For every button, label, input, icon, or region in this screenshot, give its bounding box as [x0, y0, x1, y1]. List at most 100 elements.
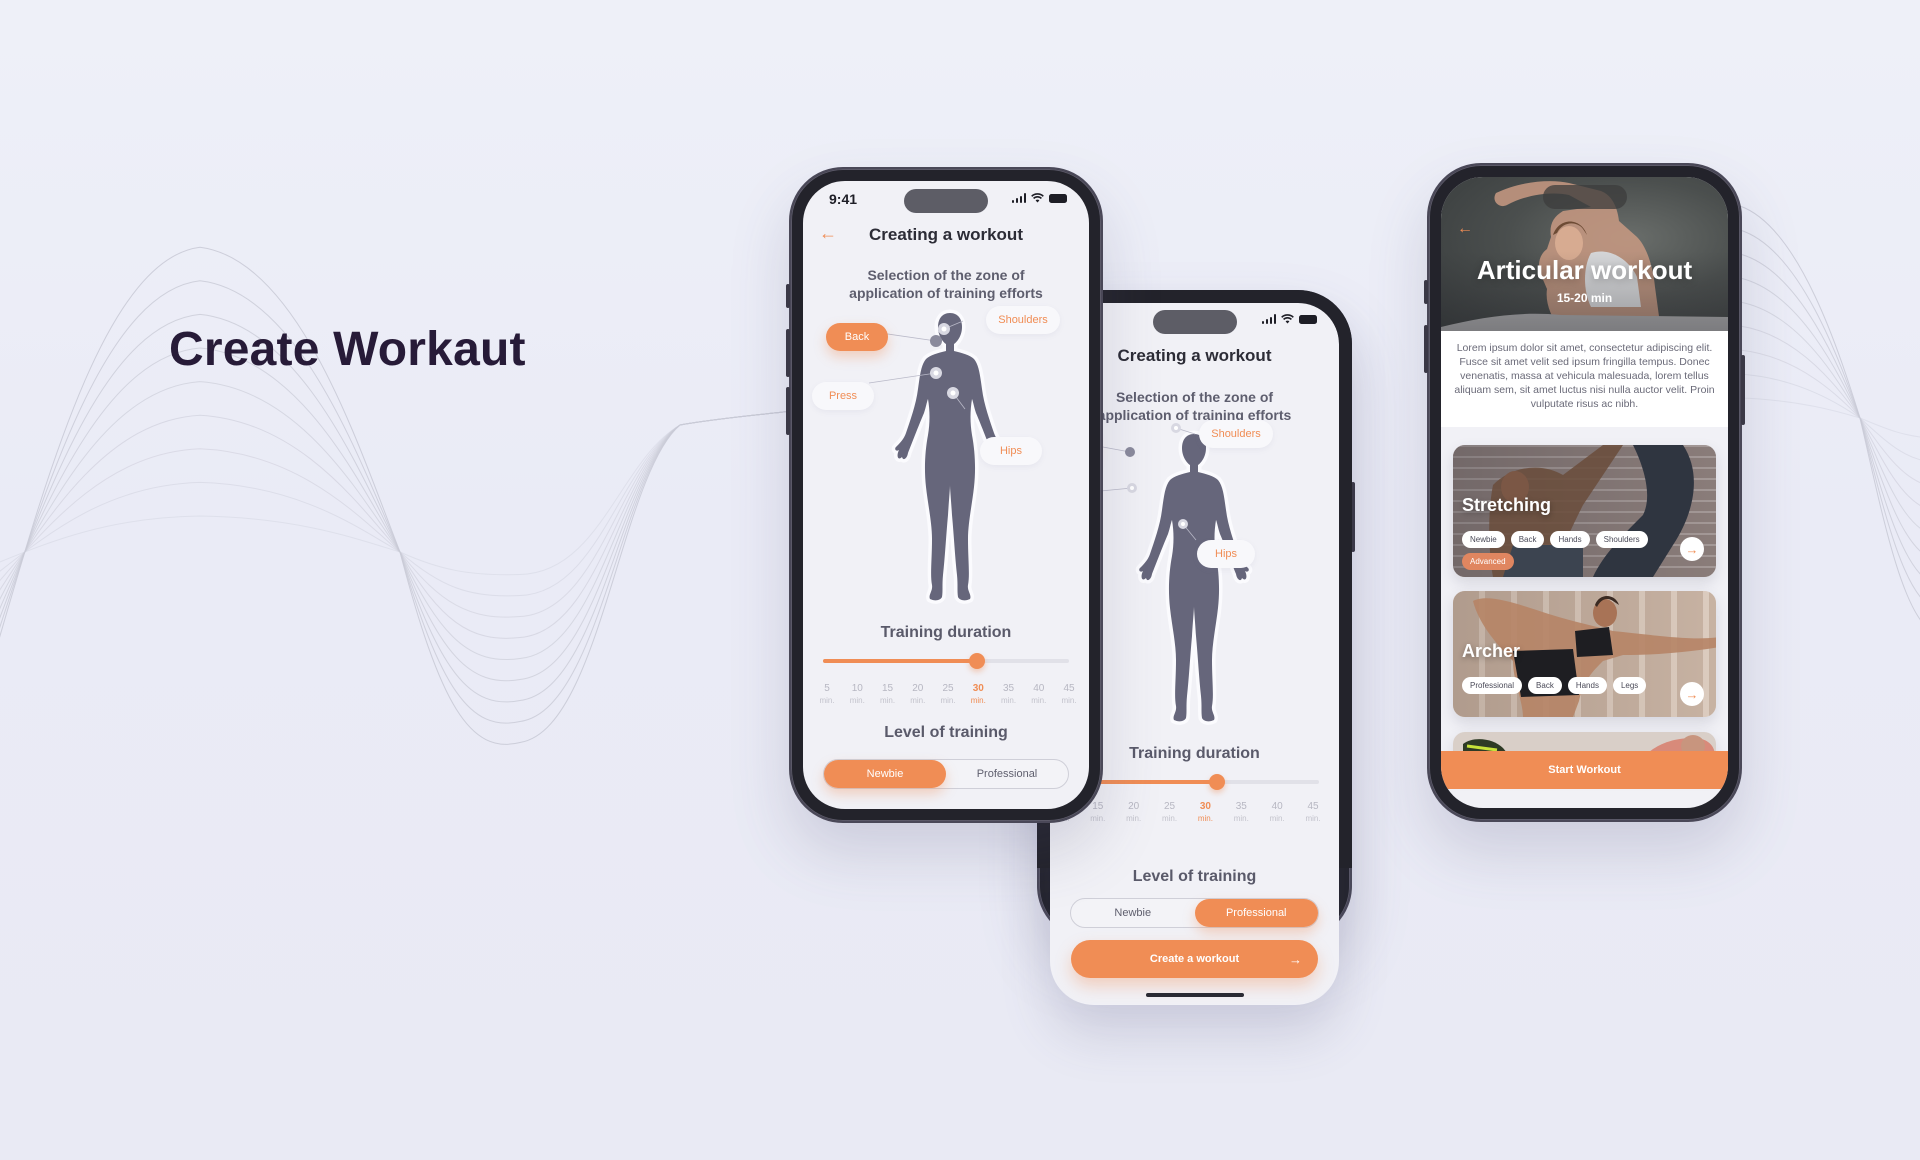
level-option-newbie[interactable]: Newbie: [1071, 899, 1195, 927]
duration-value: 10: [851, 683, 863, 694]
duration-value: 25: [942, 683, 954, 694]
arrow-right-icon: →: [1289, 951, 1302, 967]
zone-pill-hips[interactable]: Hips: [1197, 540, 1255, 568]
card-title: Stretching: [1462, 495, 1552, 515]
level-option-professional[interactable]: Professional: [1194, 899, 1318, 927]
level-of-training-title: Level of training: [1132, 868, 1257, 885]
duration-unit: min.: [879, 696, 896, 705]
wave-line: [1739, 397, 1920, 438]
start-workout-button[interactable]: Start Workout: [1441, 751, 1728, 789]
duration-value: 20: [912, 683, 924, 694]
zone-connectors: [868, 320, 966, 410]
tag: Shoulders: [1595, 531, 1648, 548]
tag: Newbie: [1462, 531, 1505, 548]
duration-option-30[interactable]: 30 min.: [966, 684, 990, 705]
zone-pill-shoulders[interactable]: Shoulders: [986, 306, 1060, 334]
zone-dot-back: [930, 335, 942, 347]
home-indicator: [1145, 993, 1244, 997]
workout-title: Articular workout: [1476, 255, 1693, 285]
duration-option-35[interactable]: 35 min.: [997, 684, 1021, 705]
duration-option-10[interactable]: 10 min.: [845, 684, 869, 705]
duration-value: 20: [1128, 801, 1140, 812]
duration-unit: min.: [940, 696, 956, 705]
create-workout-label: Create a workout: [1149, 953, 1240, 965]
wave-line: [1739, 301, 1920, 529]
duration-option-15[interactable]: 15 min.: [876, 684, 900, 705]
duration-option-15[interactable]: 15 min.: [1086, 802, 1110, 823]
wave-line: [0, 409, 801, 576]
duration-option-30[interactable]: 30 min.: [1193, 802, 1217, 823]
tag: Professional: [1462, 677, 1523, 694]
duration-option-40[interactable]: 40 min.: [1027, 684, 1051, 705]
zone-pill-back[interactable]: Back: [826, 323, 888, 351]
wave-line: [1739, 205, 1920, 621]
level-of-training-title: Level of training: [884, 724, 1008, 741]
duration-option-45[interactable]: 45 min.: [1057, 684, 1081, 705]
duration-option-25[interactable]: 25 min.: [1158, 802, 1182, 823]
phone-side-button: [1741, 355, 1745, 425]
duration-ticks: 5min.10min.15min.20min.25min.30min.35min…: [815, 684, 1081, 705]
zone-pill-press[interactable]: Press: [812, 382, 874, 410]
wave-line: [1739, 325, 1920, 506]
tag-advanced: Advanced: [1462, 553, 1514, 570]
duration-unit: min.: [1161, 814, 1178, 823]
zone-pill-hips[interactable]: Hips: [980, 437, 1042, 465]
slider-thumb[interactable]: [968, 653, 985, 669]
exercise-card[interactable]: Stretching Newbie Back Hands Shoulders A…: [1453, 445, 1716, 577]
tag: Back: [1528, 677, 1562, 694]
workout-description: Lorem ipsum dolor sit amet, consectetur …: [1441, 331, 1728, 427]
duration-unit: min.: [970, 696, 986, 705]
wave-line: [0, 381, 801, 660]
duration-unit: min.: [1090, 814, 1106, 823]
wave-line: [0, 347, 801, 682]
duration-value: 15: [881, 683, 894, 694]
level-option-newbie[interactable]: Newbie: [824, 760, 946, 788]
tag: Hands: [1550, 531, 1590, 548]
duration-option-5[interactable]: 5 min.: [815, 684, 839, 705]
dynamic-island: [1542, 185, 1627, 209]
duration-option-20[interactable]: 20 min.: [1122, 802, 1146, 823]
phone-create-workout-newbie: 9:41 ← Creating a workout Selection of t…: [786, 167, 1103, 823]
wave-line: [1739, 373, 1920, 461]
dynamic-island: [904, 189, 988, 213]
phone-side-button: [786, 284, 790, 308]
duration-unit: min.: [1305, 814, 1321, 823]
duration-unit: min.: [1031, 696, 1047, 705]
dynamic-island: [1152, 310, 1237, 334]
duration-slider[interactable]: [823, 653, 1069, 669]
slider-thumb[interactable]: [1208, 774, 1225, 790]
phone-right-screen: ← Articular workout 15-20 min Lorem ipsu…: [1441, 177, 1728, 808]
wave-line: [0, 409, 801, 618]
duration-value: 5: [824, 683, 830, 694]
phone-side-button: [1424, 325, 1428, 373]
arrow-right-icon[interactable]: →: [1680, 537, 1704, 561]
page-title: Create Workaut: [169, 323, 526, 376]
wave-line: [1739, 229, 1920, 598]
duration-option-40[interactable]: 40 min.: [1265, 802, 1289, 823]
exercise-card[interactable]: Archer Professional Back Hands Legs →: [1453, 591, 1716, 717]
duration-option-35[interactable]: 35 min.: [1229, 802, 1253, 823]
duration-unit: min.: [1126, 814, 1142, 823]
zone-pill-shoulders[interactable]: Shoulders: [1199, 420, 1273, 448]
duration-unit: min.: [1269, 814, 1285, 823]
card-tags: Newbie Back Hands Shoulders Advanced: [1462, 531, 1676, 570]
phone-side-button: [786, 329, 790, 377]
arrow-right-icon[interactable]: →: [1680, 682, 1704, 706]
create-workout-button[interactable]: Create a workout →: [1071, 940, 1318, 978]
level-segmented-control: Newbie Professional: [1070, 898, 1319, 928]
duration-ticks: 5min.10min.15min.20min.25min.30min.35min…: [1050, 802, 1325, 823]
level-option-professional[interactable]: Professional: [946, 760, 1068, 788]
duration-option-25[interactable]: 25 min.: [936, 684, 960, 705]
duration-option-45[interactable]: 45 min.: [1301, 802, 1325, 823]
phone-side-button: [1424, 280, 1428, 304]
wave-line: [0, 409, 801, 597]
phone-side-button: [786, 387, 790, 435]
tag: Hands: [1567, 677, 1607, 694]
duration-value: 30: [1199, 801, 1211, 812]
arrow-left-icon[interactable]: ←: [1457, 221, 1473, 237]
duration-value: 30: [972, 683, 984, 694]
training-duration-title: Training duration: [880, 624, 1012, 641]
duration-unit: min.: [1061, 696, 1077, 705]
duration-option-20[interactable]: 20 min.: [906, 684, 930, 705]
phone-side-button: [1351, 482, 1355, 552]
